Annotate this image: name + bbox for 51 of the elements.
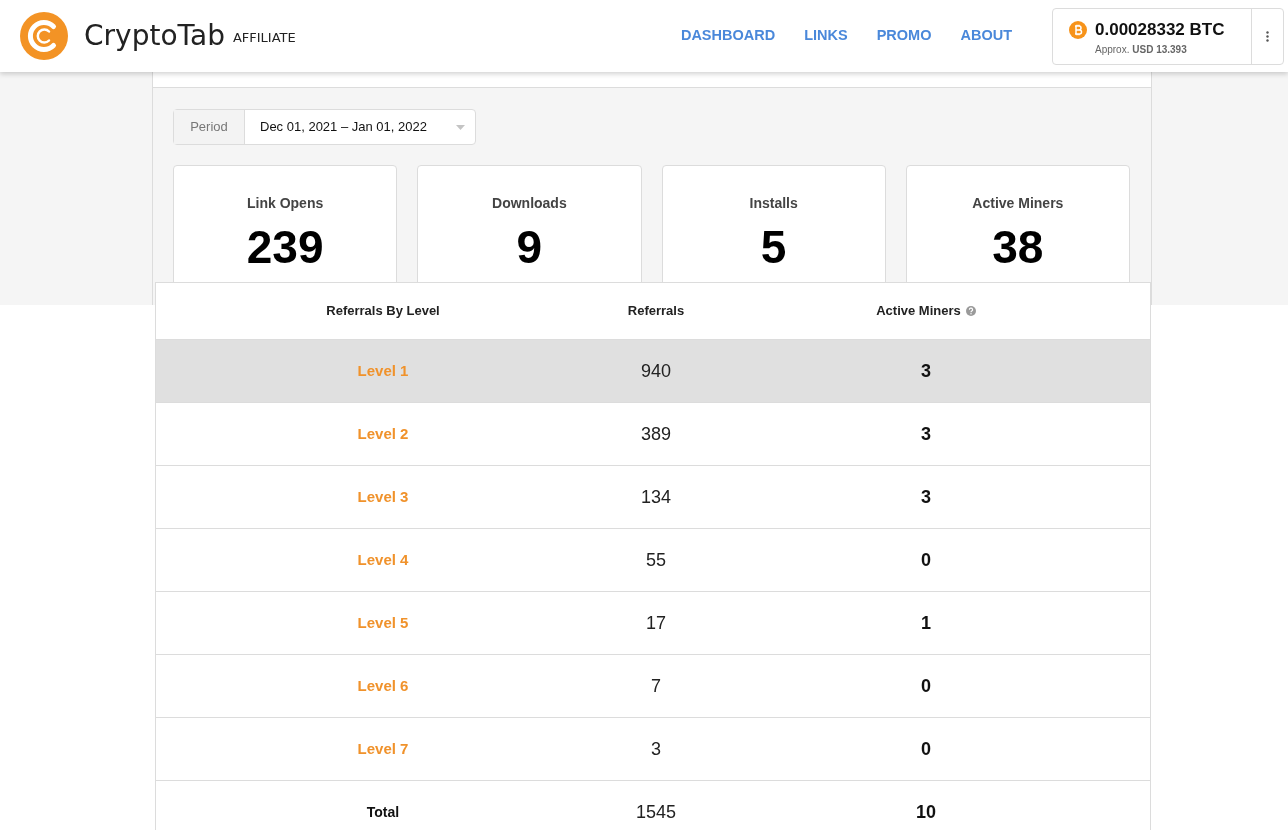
brand-tag: AFFILIATE	[232, 30, 296, 44]
column-header: Active Miners	[876, 302, 961, 321]
period-label: Period	[174, 110, 245, 144]
nav-link[interactable]: PROMO	[876, 25, 932, 47]
referrals-count: 7	[651, 674, 661, 698]
help-icon[interactable]	[965, 306, 976, 316]
kebab-menu-icon	[1266, 30, 1269, 42]
stat-value: 5	[760, 224, 787, 270]
level-link[interactable]: Level 4	[357, 548, 409, 572]
stat-value: 9	[516, 224, 543, 270]
nav-link[interactable]: DASHBOARD	[680, 25, 776, 47]
btc-balance: 0.00028332 BTC	[1095, 19, 1225, 40]
active-miners-count: 0	[921, 737, 931, 761]
referrals-count: 55	[646, 548, 666, 572]
referrals-count: 389	[640, 422, 671, 446]
table-row[interactable]: Level 1 940 3	[156, 340, 1150, 403]
referrals-count: 940	[640, 359, 671, 383]
stat-value: 38	[992, 224, 1044, 270]
usd-approx: Approx. USD 13.393	[1095, 42, 1188, 57]
stat-label: Installs	[749, 195, 798, 211]
period-value: Dec 01, 2021 – Jan 01, 2022	[259, 118, 428, 137]
column-header: Referrals By Level	[326, 302, 440, 321]
active-miners-count: 0	[921, 548, 931, 572]
total-active-miners: 10	[916, 801, 936, 824]
bitcoin-icon	[1069, 20, 1087, 39]
referrals-count: 17	[646, 611, 666, 635]
column-header: Referrals	[627, 302, 685, 321]
total-referrals: 1545	[635, 801, 676, 824]
logo-icon	[20, 12, 68, 60]
level-link[interactable]: Level 5	[357, 611, 409, 635]
period-picker[interactable]: Period Dec 01, 2021 – Jan 01, 2022	[173, 109, 476, 145]
active-miners-count: 3	[921, 359, 931, 383]
level-link[interactable]: Level 3	[357, 485, 409, 509]
active-miners-count: 3	[921, 485, 931, 509]
total-label: Total	[366, 803, 400, 822]
stat-label: Link Opens	[247, 195, 324, 211]
stat-value: 239	[246, 224, 324, 270]
stat-label: Downloads	[492, 195, 567, 211]
active-miners-count: 3	[921, 422, 931, 446]
referrals-count: 134	[640, 485, 671, 509]
stat-label: Active Miners	[972, 195, 1064, 211]
level-link[interactable]: Level 6	[357, 674, 409, 698]
level-link[interactable]: Level 7	[357, 737, 409, 761]
nav-link[interactable]: LINKS	[804, 25, 848, 47]
brand-name: CryptoTab	[84, 22, 225, 50]
active-miners-count: 0	[921, 674, 931, 698]
referrals-count: 3	[651, 737, 661, 761]
level-link[interactable]: Level 2	[357, 422, 409, 446]
active-miners-count: 1	[921, 611, 931, 635]
nav-link[interactable]: ABOUT	[960, 25, 1012, 47]
dropdown-caret-icon	[456, 124, 465, 130]
